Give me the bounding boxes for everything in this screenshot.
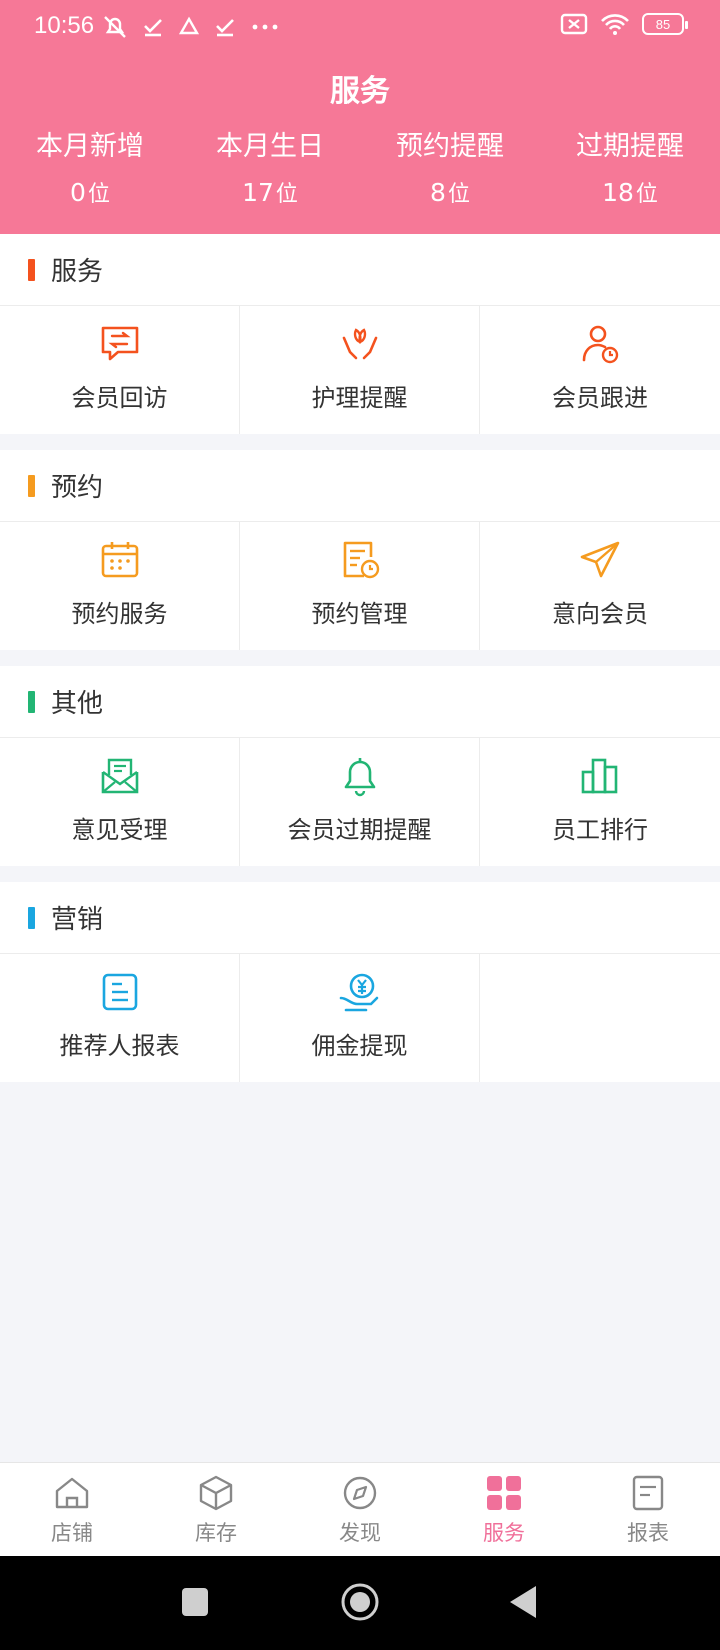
nav-label: 报表 [627,1521,669,1545]
section-title: 营销 [51,905,104,935]
member-revisit-button[interactable]: 会员回访 [0,306,240,434]
nav-item-report[interactable]: 报表 [576,1463,720,1556]
battery-indicator: 85 [642,13,688,35]
stat-booking-reminder[interactable]: 预约提醒 8位 [360,128,540,212]
referrer-report-button[interactable]: 推荐人报表 [0,954,240,1082]
more-icon [252,24,278,30]
care-hands-icon [342,328,377,360]
home-icon [55,1477,89,1509]
stat-label: 过期提醒 [576,131,684,162]
box-icon [199,1475,233,1511]
nav-item-shop[interactable]: 店铺 [0,1463,144,1556]
header: 10:56 85 服务 本月新增 0位 本月生日 17位 预约提醒 8位 过期提… [0,0,720,234]
bottom-nav: 店铺 库存 发现 服务 报表 [0,1462,720,1556]
stat-new-this-month[interactable]: 本月新增 0位 [0,128,180,212]
cell-label: 会员回访 [71,384,168,412]
booking-management-button[interactable]: 预约管理 [240,522,480,650]
document-clock-icon [343,541,379,579]
cell-label: 推荐人报表 [59,1032,180,1060]
stat-birthday-this-month[interactable]: 本月生日 17位 [180,128,360,212]
check-icon [144,19,162,37]
check-icon [216,19,234,37]
compass-icon [343,1476,377,1510]
cell-label: 员工排行 [552,816,648,844]
calendar-icon [101,542,138,578]
status-bar: 10:56 85 [0,0,720,56]
nav-item-service[interactable]: 服务 [432,1463,576,1556]
nav-label: 店铺 [51,1521,93,1545]
section-title: 预约 [51,473,104,503]
nav-item-discover[interactable]: 发现 [288,1463,432,1556]
stat-unit: 位 [635,182,658,207]
care-reminder-button[interactable]: 护理提醒 [240,306,480,434]
paper-plane-icon [580,541,620,578]
nav-item-inventory[interactable]: 库存 [144,1463,288,1556]
stat-value: 0 [70,178,86,207]
stat-expiry-reminder[interactable]: 过期提醒 18位 [540,128,720,212]
feedback-handling-button[interactable]: 意见受理 [0,738,240,866]
system-nav-bar [0,1556,720,1650]
wifi-icon [601,14,629,35]
section-marker [28,258,35,281]
stat-value: 18 [602,178,634,207]
stat-label: 预约提醒 [396,131,504,162]
member-expiry-reminder-button[interactable]: 会员过期提醒 [240,738,480,866]
chat-exchange-icon [101,326,138,361]
stats-row: 本月新增 0位 本月生日 17位 预约提醒 8位 过期提醒 18位 [0,128,720,212]
status-time: 10:56 [34,12,95,39]
bar-chart-icon [581,758,618,794]
section-service: 服务 会员回访 护理提醒 会员跟进 [0,234,720,434]
section-title: 服务 [51,257,104,287]
recents-icon[interactable] [180,1586,210,1618]
cell-label: 意向会员 [552,600,648,628]
cell-label: 会员过期提醒 [287,816,432,844]
page-title: 服务 [330,74,390,109]
empty-cell [480,954,720,1082]
cell-label: 会员跟进 [552,384,648,412]
cell-label: 护理提醒 [311,384,408,412]
commission-withdraw-button[interactable]: 佣金提现 [240,954,480,1082]
stat-value: 8 [430,178,446,207]
member-followup-button[interactable]: 会员跟进 [480,306,720,434]
section-booking: 预约 预约服务 预约管理 意向会员 [0,450,720,650]
home-circle-icon[interactable] [340,1582,380,1622]
mail-icon [101,758,138,794]
section-other: 其他 意见受理 会员过期提醒 员工排行 [0,666,720,866]
mute-bell-icon [104,16,126,38]
yuan-hand-icon [339,973,378,1012]
section-marker [28,690,35,713]
cell-label: 预约管理 [311,600,408,628]
cell-label: 佣金提现 [311,1032,408,1060]
grid-icon [487,1476,521,1510]
sim-off-icon [560,13,588,35]
nav-label: 服务 [483,1521,525,1545]
nav-label: 发现 [339,1521,381,1545]
staff-ranking-button[interactable]: 员工排行 [480,738,720,866]
report-icon [102,973,137,1011]
stat-label: 本月生日 [216,131,324,162]
user-clock-icon [582,325,619,364]
stat-unit: 位 [87,182,110,207]
stat-label: 本月新增 [36,131,144,162]
back-icon[interactable] [508,1584,538,1620]
stat-unit: 位 [447,182,470,207]
drive-icon [178,16,200,35]
section-marker [28,474,35,497]
stat-unit: 位 [275,182,298,207]
cell-label: 意见受理 [71,816,168,844]
booking-service-button[interactable]: 预约服务 [0,522,240,650]
intended-member-button[interactable]: 意向会员 [480,522,720,650]
section-marker [28,906,35,929]
bell-icon [344,758,375,797]
section-marketing: 营销 推荐人报表 佣金提现 [0,882,720,1082]
stat-value: 17 [242,178,274,207]
section-title: 其他 [51,689,104,719]
report-icon [632,1475,664,1511]
cell-label: 预约服务 [71,600,168,628]
nav-label: 库存 [195,1521,237,1545]
